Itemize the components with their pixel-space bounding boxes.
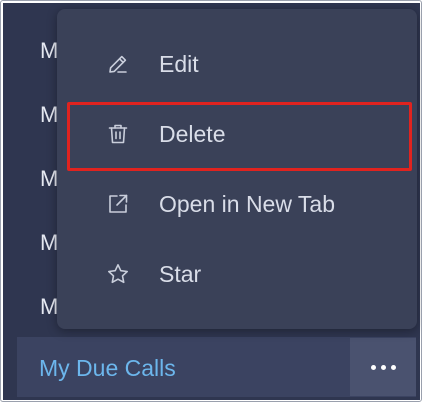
more-horizontal-icon-dot [380, 364, 386, 370]
menu-item-edit[interactable]: Edit [57, 38, 417, 90]
sidebar-item-label-truncated: M [40, 38, 59, 63]
external-link-icon [106, 192, 130, 216]
menu-item-star[interactable]: Star [57, 248, 417, 300]
more-horizontal-icon-dot [390, 364, 396, 370]
more-horizontal-icon [370, 364, 376, 370]
sidebar-item-label[interactable]: My Due Calls [39, 355, 176, 381]
more-options-button[interactable] [350, 338, 416, 396]
menu-item-label: Open in New Tab [159, 191, 336, 217]
star-icon [106, 262, 130, 286]
sidebar-item-label-truncated: M [40, 230, 59, 255]
sidebar-item-label-truncated: M [40, 102, 59, 127]
pencil-icon [106, 52, 130, 76]
window-frame: M M M M M My Due Calls Edit Delete Open … [0, 0, 422, 402]
menu-item-open-in-new-tab[interactable]: Open in New Tab [57, 178, 417, 230]
sidebar-item-label-truncated: M [40, 294, 59, 319]
menu-item-label: Edit [159, 51, 199, 77]
sidebar-item-label-truncated: M [40, 166, 59, 191]
sidebar-item-my-due-calls[interactable]: My Due Calls [17, 337, 416, 397]
highlight-box [67, 102, 412, 171]
menu-item-label: Star [159, 261, 202, 287]
